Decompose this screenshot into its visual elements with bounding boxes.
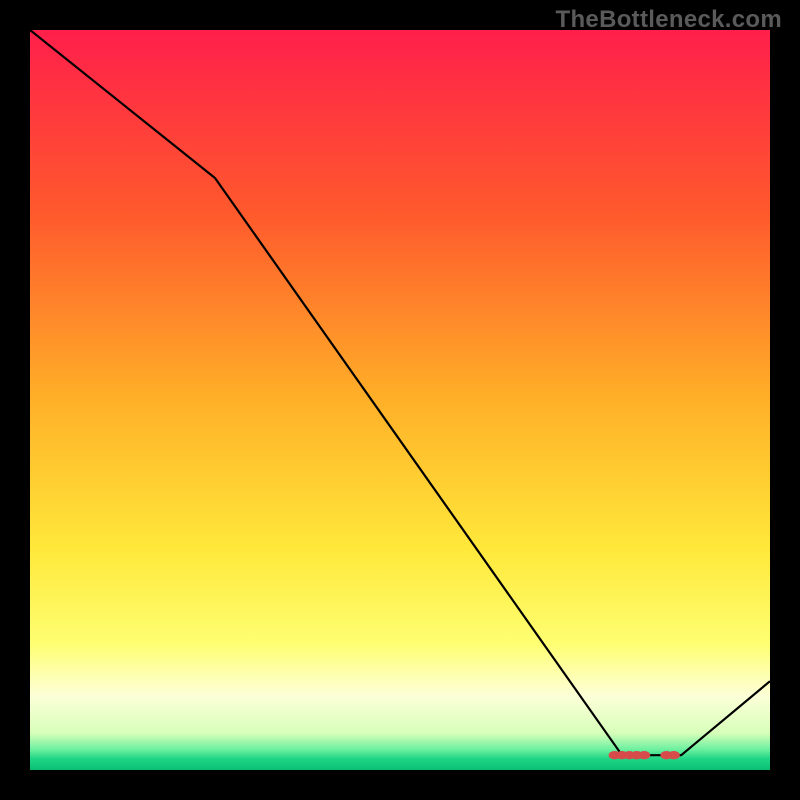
optimal-marker (638, 751, 650, 759)
gradient-background (30, 30, 770, 770)
plot-area (30, 30, 770, 770)
optimal-marker (668, 751, 680, 759)
chart-frame: TheBottleneck.com (0, 0, 800, 800)
bottleneck-chart (30, 30, 770, 770)
optimal-range-markers (609, 751, 680, 759)
